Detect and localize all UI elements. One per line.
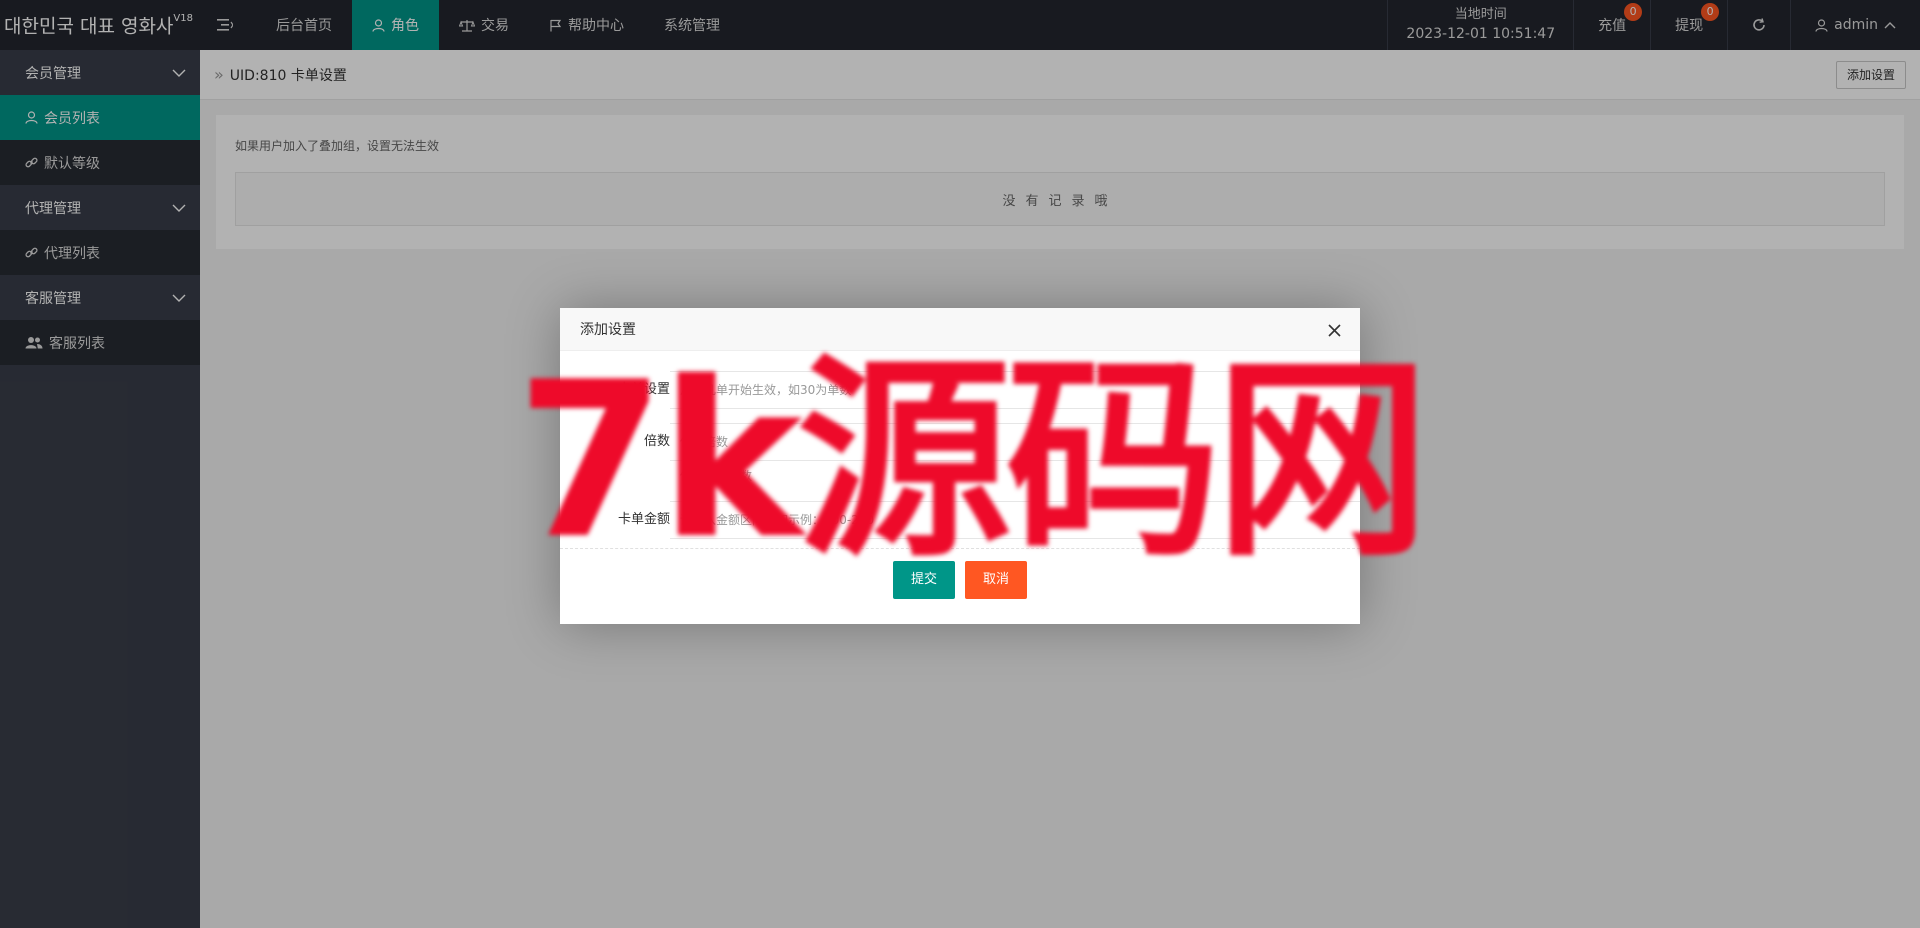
field-label: 卡单金额: [617, 512, 670, 527]
close-button[interactable]: [1324, 320, 1344, 340]
field-label: 倍数: [643, 434, 670, 449]
field-hint: 佣金返还倍数: [680, 469, 753, 483]
card-amount-input[interactable]: 请输入金额区间，如示例：100-200: [670, 501, 1360, 539]
add-setting-dialog: 添加设置 卡单设置 从第几单开始生效，如30为单数 倍数 佣金倍数 佣金返还倍数…: [560, 308, 1360, 624]
form-row-card-setting: 卡单设置 从第几单开始生效，如30为单数: [560, 371, 1360, 423]
form-row-card-amount: 卡单金额 请输入金额区间，如示例：100-200: [560, 501, 1360, 553]
dialog-header: 添加设置: [560, 308, 1360, 351]
submit-button[interactable]: 提交: [892, 561, 955, 599]
close-icon: [1327, 323, 1341, 337]
cancel-button[interactable]: 取消: [965, 561, 1028, 599]
dialog-title: 添加设置: [580, 322, 636, 338]
form-row-multiplier: 倍数 佣金倍数 佣金返还倍数: [560, 423, 1360, 501]
divider: [560, 548, 1360, 549]
field-label: 卡单设置: [617, 382, 670, 397]
dialog-form: 卡单设置 从第几单开始生效，如30为单数 倍数 佣金倍数 佣金返还倍数 卡单金额…: [560, 351, 1360, 561]
multiplier-input[interactable]: 佣金倍数: [670, 423, 1360, 461]
dialog-footer: 提交 取消: [560, 561, 1360, 623]
card-setting-input[interactable]: 从第几单开始生效，如30为单数: [670, 371, 1360, 409]
